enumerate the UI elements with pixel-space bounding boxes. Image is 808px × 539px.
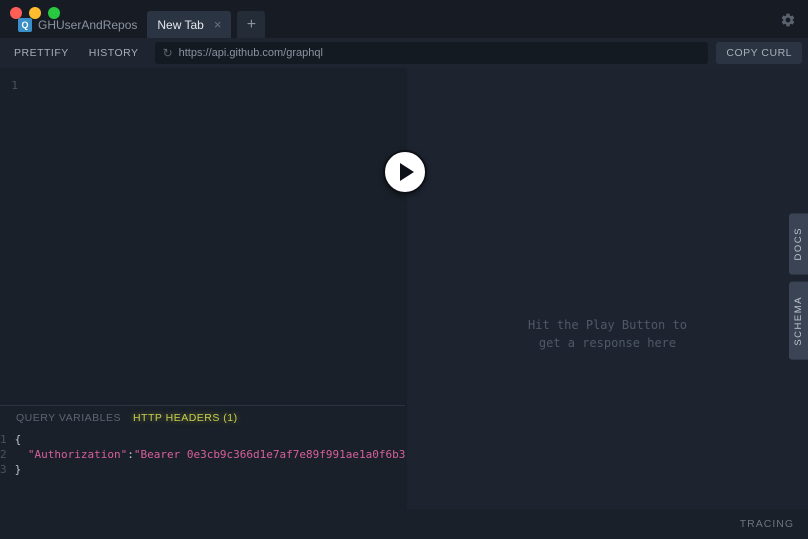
maximize-window-button[interactable] — [48, 7, 60, 19]
window-controls — [10, 7, 60, 19]
brace-close: } — [15, 463, 22, 476]
reload-icon[interactable]: ↻ — [163, 46, 173, 60]
query-editor[interactable]: 1 — [0, 68, 405, 405]
headers-code[interactable]: { "Authorization":"Bearer 0e3cb9c366d1e7… — [15, 432, 405, 509]
bottom-tab-bar: QUERY VARIABLES HTTP HEADERS (1) — [0, 406, 405, 428]
line-number: 1 — [0, 432, 7, 447]
tab-label: New Tab — [157, 18, 203, 32]
tab-new-tab[interactable]: New Tab × — [147, 11, 231, 38]
query-badge-icon: Q — [18, 18, 32, 32]
tab-http-headers[interactable]: HTTP HEADERS (1) — [133, 412, 238, 424]
line-number: 1 — [0, 78, 18, 94]
history-button[interactable]: HISTORY — [81, 42, 147, 64]
line-number: 2 — [0, 447, 7, 462]
endpoint-bar: ↻ — [155, 42, 709, 64]
titlebar: Q GHUserAndRepos New Tab × + — [0, 0, 808, 38]
toolbar: PRETTIFY HISTORY ↻ COPY CURL — [0, 38, 808, 68]
tab-label: GHUserAndRepos — [38, 18, 137, 32]
line-gutter: 1 — [0, 68, 26, 405]
headers-gutter: 1 2 3 — [0, 432, 15, 509]
copy-curl-button[interactable]: COPY CURL — [716, 42, 802, 64]
close-window-button[interactable] — [10, 7, 22, 19]
placeholder-line: Hit the Play Button to — [528, 316, 687, 334]
response-pane: Hit the Play Button to get a response he… — [407, 68, 808, 509]
side-tabs: DOCS SCHEMA — [789, 213, 808, 360]
placeholder-line: get a response here — [528, 334, 687, 352]
endpoint-input[interactable] — [179, 47, 701, 59]
main-area: 1 QUERY VARIABLES HTTP HEADERS (1) 1 2 3… — [0, 68, 808, 509]
variables-panel: QUERY VARIABLES HTTP HEADERS (1) 1 2 3 {… — [0, 405, 405, 509]
play-button[interactable] — [383, 150, 427, 194]
schema-tab[interactable]: SCHEMA — [789, 282, 808, 360]
settings-icon[interactable] — [780, 12, 796, 33]
code-text[interactable] — [26, 68, 405, 405]
header-key: "Authorization" — [28, 448, 127, 461]
minimize-window-button[interactable] — [29, 7, 41, 19]
play-icon — [400, 163, 414, 181]
brace-open: { — [15, 433, 22, 446]
line-number: 3 — [0, 462, 7, 477]
docs-tab[interactable]: DOCS — [789, 213, 808, 274]
response-placeholder: Hit the Play Button to get a response he… — [528, 316, 687, 352]
query-pane: 1 QUERY VARIABLES HTTP HEADERS (1) 1 2 3… — [0, 68, 405, 509]
close-tab-icon[interactable]: × — [214, 17, 222, 32]
tab-query-variables[interactable]: QUERY VARIABLES — [16, 412, 121, 424]
header-value: "Bearer 0e3cb9c366d1e7af7e89f991ae1a0f6b… — [134, 448, 405, 461]
tracing-button[interactable]: TRACING — [740, 518, 794, 530]
tab-bar: Q GHUserAndRepos New Tab × + — [8, 0, 265, 38]
colon: : — [127, 448, 134, 461]
footer: TRACING — [0, 509, 808, 539]
add-tab-button[interactable]: + — [237, 11, 265, 38]
prettify-button[interactable]: PRETTIFY — [6, 42, 77, 64]
headers-editor[interactable]: 1 2 3 { "Authorization":"Bearer 0e3cb9c3… — [0, 428, 405, 509]
